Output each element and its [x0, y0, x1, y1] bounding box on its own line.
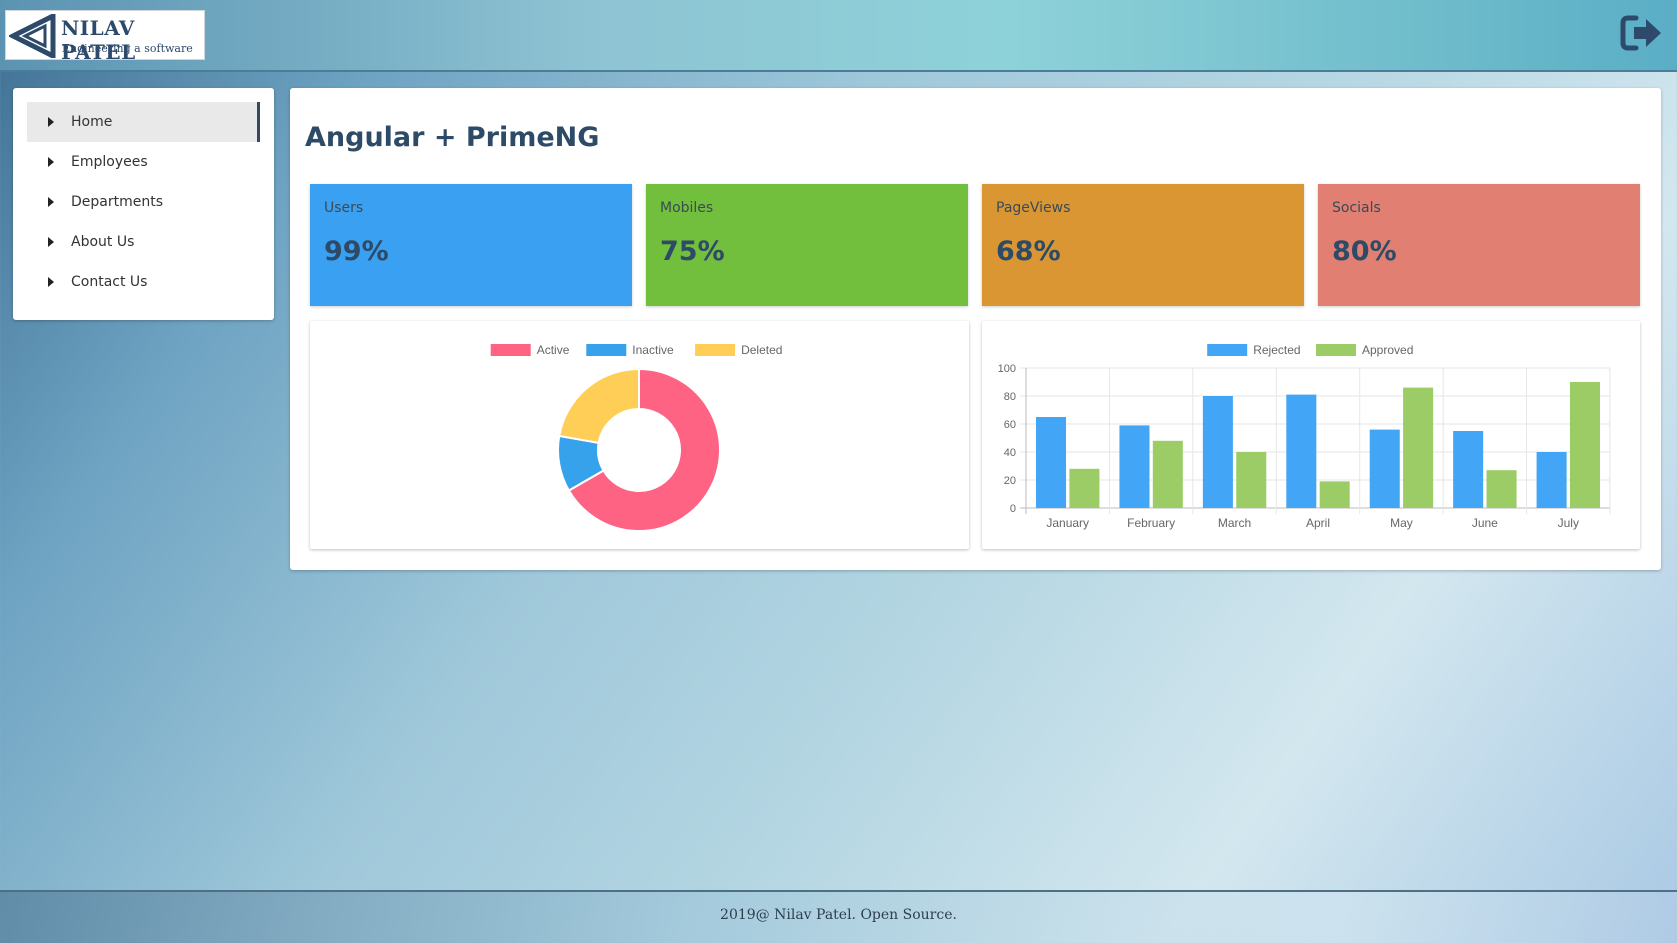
- caret-right-icon: [48, 277, 54, 287]
- legend-label[interactable]: Active: [537, 343, 570, 357]
- doughnut-slice-deleted[interactable]: [558, 367, 640, 445]
- bar-rejected-may[interactable]: [1369, 429, 1400, 508]
- x-tick-label: March: [1218, 516, 1251, 530]
- sign-out-icon[interactable]: [1620, 14, 1664, 52]
- bar-approved-january[interactable]: [1069, 468, 1100, 508]
- sidebar-item-label: Departments: [71, 194, 164, 210]
- stat-label: Socials: [1332, 200, 1381, 216]
- x-tick-label: February: [1127, 516, 1175, 530]
- logo-title: NILAV PATEL: [61, 16, 136, 64]
- bar-approved-march[interactable]: [1236, 452, 1267, 508]
- stat-value: 75%: [660, 236, 725, 267]
- sidebar-item-departments[interactable]: Departments: [27, 182, 260, 222]
- sidebar-item-label: Home: [71, 114, 113, 130]
- mobiles-stat-card: Mobiles 75%: [646, 184, 968, 306]
- y-tick-label: 100: [998, 363, 1016, 375]
- socials-stat-card: Socials 80%: [1318, 184, 1640, 306]
- footer: 2019@ Nilav Patel. Open Source.: [0, 890, 1677, 943]
- sidebar-item-contact-us[interactable]: Contact Us: [27, 262, 260, 302]
- legend-label[interactable]: Rejected: [1253, 343, 1300, 357]
- doughnut-chart: Active Inactive Deleted: [490, 343, 782, 532]
- x-tick-label: January: [1046, 516, 1089, 530]
- y-tick-label: 60: [1004, 419, 1016, 431]
- logo[interactable]: NILAV PATEL Engineering a software: [5, 10, 205, 64]
- y-tick-label: 0: [1010, 503, 1016, 515]
- x-tick-label: July: [1558, 516, 1579, 530]
- legend-swatch[interactable]: [695, 344, 736, 356]
- sidebar-item-label: About Us: [71, 234, 135, 250]
- bar-chart-panel: Rejected Approved 0 20 40 60 80 100 January Febru…: [982, 321, 1640, 549]
- bar-approved-june[interactable]: [1486, 470, 1517, 508]
- footer-copyright: 2019@ Nilav Patel. Open Source.: [720, 907, 957, 923]
- x-tick-label: April: [1306, 516, 1330, 530]
- sidebar-item-about-us[interactable]: About Us: [27, 222, 260, 262]
- logo-subtitle: Engineering a software: [62, 42, 193, 55]
- sidebar-item-label: Contact Us: [71, 274, 148, 290]
- sidebar-item-home[interactable]: Home: [27, 102, 260, 142]
- stat-value: 80%: [1332, 236, 1397, 267]
- doughnut-chart-panel: Active Inactive Deleted: [310, 321, 969, 549]
- legend-swatch[interactable]: [1207, 344, 1248, 356]
- bar-approved-july[interactable]: [1569, 382, 1600, 508]
- sidebar-menu: Home Employees Departments About Us Cont…: [13, 88, 274, 320]
- top-bar: NILAV PATEL Engineering a software: [0, 0, 1677, 72]
- sidebar-item-label: Employees: [71, 154, 148, 170]
- stat-label: Users: [324, 200, 364, 216]
- users-stat-card: Users 99%: [310, 184, 632, 306]
- bar-chart: Rejected Approved 0 20 40 60 80 100 January Febru…: [998, 343, 1611, 530]
- bar-rejected-april[interactable]: [1286, 394, 1317, 508]
- stat-label: PageViews: [996, 200, 1071, 216]
- y-tick-label: 40: [1004, 447, 1016, 459]
- x-tick-label: May: [1390, 516, 1413, 530]
- x-tick-label: June: [1472, 516, 1498, 530]
- caret-right-icon: [48, 157, 54, 167]
- bar-approved-april[interactable]: [1319, 481, 1350, 508]
- legend-label[interactable]: Approved: [1362, 343, 1413, 357]
- page-title: Angular + PrimeNG: [305, 122, 600, 153]
- caret-right-icon: [48, 117, 54, 127]
- bar-approved-may[interactable]: [1403, 387, 1434, 508]
- caret-right-icon: [48, 237, 54, 247]
- y-tick-label: 20: [1004, 475, 1016, 487]
- main-panel: Angular + PrimeNG Users 99% Mobiles 75% …: [290, 88, 1661, 570]
- legend-swatch[interactable]: [1316, 344, 1356, 356]
- legend-swatch[interactable]: [586, 344, 627, 356]
- bar-approved-february[interactable]: [1152, 440, 1183, 508]
- legend-label[interactable]: Deleted: [741, 343, 782, 357]
- stat-value: 99%: [324, 236, 389, 267]
- legend-label[interactable]: Inactive: [632, 343, 674, 357]
- pageviews-stat-card: PageViews 68%: [982, 184, 1304, 306]
- sidebar-item-employees[interactable]: Employees: [27, 142, 260, 182]
- bar-rejected-july[interactable]: [1536, 452, 1567, 508]
- caret-right-icon: [48, 197, 54, 207]
- stat-value: 68%: [996, 236, 1061, 267]
- bar-rejected-february[interactable]: [1119, 425, 1150, 508]
- bar-rejected-january[interactable]: [1036, 417, 1067, 508]
- legend-swatch[interactable]: [490, 344, 531, 356]
- bar-rejected-march[interactable]: [1202, 396, 1233, 508]
- logo-mark-icon: [9, 14, 56, 58]
- bar-rejected-june[interactable]: [1453, 431, 1484, 508]
- y-tick-label: 80: [1004, 391, 1016, 403]
- stat-label: Mobiles: [660, 200, 714, 216]
